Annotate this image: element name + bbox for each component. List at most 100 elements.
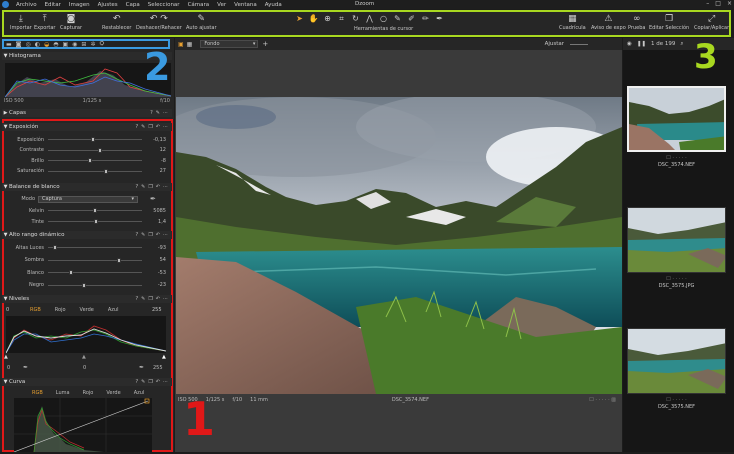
layers-header[interactable]: ▶ Capas ? ✎ ⋯: [2, 109, 172, 117]
proof-button[interactable]: ∞ Prueba: [628, 14, 645, 31]
reset-icon[interactable]: ↶: [156, 296, 160, 302]
hdr-header[interactable]: ▼ Alto rango dinámico ? ✎ ❐ ↶ ⋯: [2, 231, 172, 239]
curve-tab-red[interactable]: Rojo: [83, 390, 94, 396]
levels-header[interactable]: ▼ Niveles ? ✎ ❐ ↶ ⋯: [2, 295, 172, 303]
exposure-warning-button[interactable]: ⚠ Aviso de expo: [591, 14, 626, 31]
export-button[interactable]: ⤒ Exportar: [34, 14, 56, 31]
search-icon[interactable]: ⌕: [680, 41, 683, 48]
settings-tab-icon[interactable]: ✲: [90, 41, 95, 48]
copy-apply-button[interactable]: ⤢ Copiar/Aplicar: [694, 14, 729, 31]
eraser-icon[interactable]: ✐: [406, 14, 417, 24]
more-icon[interactable]: ⋯: [163, 110, 168, 116]
add-icon[interactable]: +: [262, 40, 268, 48]
hdr-slider-thumb[interactable]: [52, 245, 57, 250]
eye-icon[interactable]: ◉: [627, 41, 632, 47]
pointer-icon[interactable]: ➤: [294, 14, 305, 24]
more-icon[interactable]: ⋯: [163, 124, 168, 130]
menu-seleccionar[interactable]: Seleccionar: [144, 2, 184, 8]
menu-capa[interactable]: Capa: [122, 2, 144, 8]
gradient-icon[interactable]: ✏: [420, 14, 431, 24]
thumbnail-dsc3575-nef[interactable]: [627, 328, 726, 394]
meta-tab-icon[interactable]: ◉: [72, 41, 77, 48]
pan-icon[interactable]: ✋: [308, 14, 319, 24]
reset-icon[interactable]: ↶: [156, 124, 160, 130]
close-icon[interactable]: ×: [727, 0, 732, 7]
levels-white-handle[interactable]: ▲: [162, 354, 166, 360]
zoom-slider[interactable]: [570, 44, 588, 45]
levels-left-value[interactable]: 0: [6, 307, 9, 313]
hdr-value[interactable]: 54: [142, 257, 166, 263]
import-button[interactable]: ⤓ Importar: [10, 14, 32, 31]
menu-archivo[interactable]: Archivo: [12, 2, 41, 8]
copy-icon[interactable]: ❐: [148, 184, 152, 190]
help-icon[interactable]: ?: [150, 110, 153, 116]
copy-icon[interactable]: ❐: [148, 232, 152, 238]
reset-icon[interactable]: ↶: [156, 379, 160, 385]
menu-ver[interactable]: Ver: [213, 2, 230, 8]
grid-button[interactable]: ▦ Cuadrícula: [559, 14, 586, 31]
more-icon[interactable]: ⋯: [163, 184, 168, 190]
hdr-slider[interactable]: [48, 257, 142, 263]
exposure-slider[interactable]: [48, 158, 142, 163]
hdr-value[interactable]: -53: [142, 270, 166, 276]
exposure-slider[interactable]: [48, 147, 142, 153]
exposure-tab-icon[interactable]: ◒: [44, 41, 49, 48]
spot-icon[interactable]: ○: [378, 14, 389, 24]
wb-mode-select[interactable]: Captura ▾: [38, 195, 138, 203]
copy-icon[interactable]: ❐: [148, 296, 152, 302]
exposure-value[interactable]: -8: [142, 158, 166, 164]
thumb-rating[interactable]: ☐ · · · · ·: [627, 276, 726, 282]
exposure-slider[interactable]: [48, 137, 142, 142]
rotate-icon[interactable]: ↻: [350, 14, 361, 24]
help-icon[interactable]: ?: [135, 124, 138, 130]
reset-button[interactable]: ↶ Restablecer: [102, 14, 131, 31]
white-eyedropper-icon[interactable]: ✒: [139, 364, 144, 371]
pause-icon[interactable]: ❚❚: [637, 41, 646, 47]
curve-editor[interactable]: [13, 398, 152, 453]
hdr-slider-thumb[interactable]: [82, 282, 87, 288]
menu-imagen[interactable]: Imagen: [65, 2, 94, 8]
edit-selection-button[interactable]: ❐ Editar Selección: [649, 14, 689, 31]
folder-tab-icon[interactable]: ▬: [6, 41, 12, 48]
reset-icon[interactable]: ↶: [156, 232, 160, 238]
exposure-slider-thumb[interactable]: [87, 158, 92, 163]
help-icon[interactable]: ?: [135, 296, 138, 302]
menu-camara[interactable]: Cámara: [184, 2, 214, 8]
curve-tab-green[interactable]: Verde: [106, 390, 120, 396]
exposure-value[interactable]: 27: [142, 168, 166, 174]
edit-icon[interactable]: ✎: [141, 379, 145, 385]
multi-view-icon[interactable]: ▦: [187, 41, 193, 48]
menu-editar[interactable]: Editar: [41, 2, 65, 8]
thumb-rating[interactable]: ☐ · · · · ·: [627, 155, 726, 161]
maximize-icon[interactable]: □: [715, 0, 721, 7]
black-eyedropper-icon[interactable]: ✒: [23, 364, 28, 371]
brush-icon[interactable]: ✎: [392, 14, 403, 24]
white-balance-value[interactable]: 1,4: [142, 219, 166, 225]
levels-right-value[interactable]: 255: [152, 307, 162, 313]
color-tab-icon[interactable]: ◐: [35, 41, 40, 48]
edit-icon[interactable]: ✎: [141, 296, 145, 302]
help-icon[interactable]: ?: [135, 184, 138, 190]
levels-tab-blue[interactable]: Azul: [108, 307, 119, 313]
lens-tab-icon[interactable]: ◎: [26, 41, 31, 48]
white-balance-header[interactable]: ▼ Balance de blanco ? ✎ ❐ ↶ ⋯: [2, 183, 172, 191]
minimize-icon[interactable]: –: [706, 0, 709, 7]
exposure-value[interactable]: -0,13: [142, 137, 166, 143]
main-photo[interactable]: [176, 97, 622, 394]
menu-ayuda[interactable]: Ayuda: [261, 2, 286, 8]
exposure-slider-thumb[interactable]: [103, 168, 108, 174]
zoom-icon[interactable]: ⊕: [322, 14, 333, 24]
rating-stars[interactable]: ☐ · · · · · ▥: [589, 397, 616, 403]
edit-icon[interactable]: ✎: [141, 124, 145, 130]
hdr-slider[interactable]: [48, 270, 142, 275]
thumbnail-dsc3574-nef[interactable]: [627, 86, 726, 152]
help-icon[interactable]: ?: [135, 232, 138, 238]
menu-ventana[interactable]: Ventana: [230, 2, 261, 8]
help-icon[interactable]: ?: [135, 379, 138, 385]
keystone-icon[interactable]: ⋀: [364, 14, 375, 24]
copy-icon[interactable]: ❐: [148, 124, 152, 130]
hdr-slider[interactable]: [48, 245, 142, 250]
eyedropper-icon[interactable]: ✒: [150, 195, 156, 203]
capture-button[interactable]: ◙ Capturar: [60, 14, 82, 31]
exposure-header[interactable]: ▼ Exposición ? ✎ ❐ ↶ ⋯: [2, 123, 172, 131]
